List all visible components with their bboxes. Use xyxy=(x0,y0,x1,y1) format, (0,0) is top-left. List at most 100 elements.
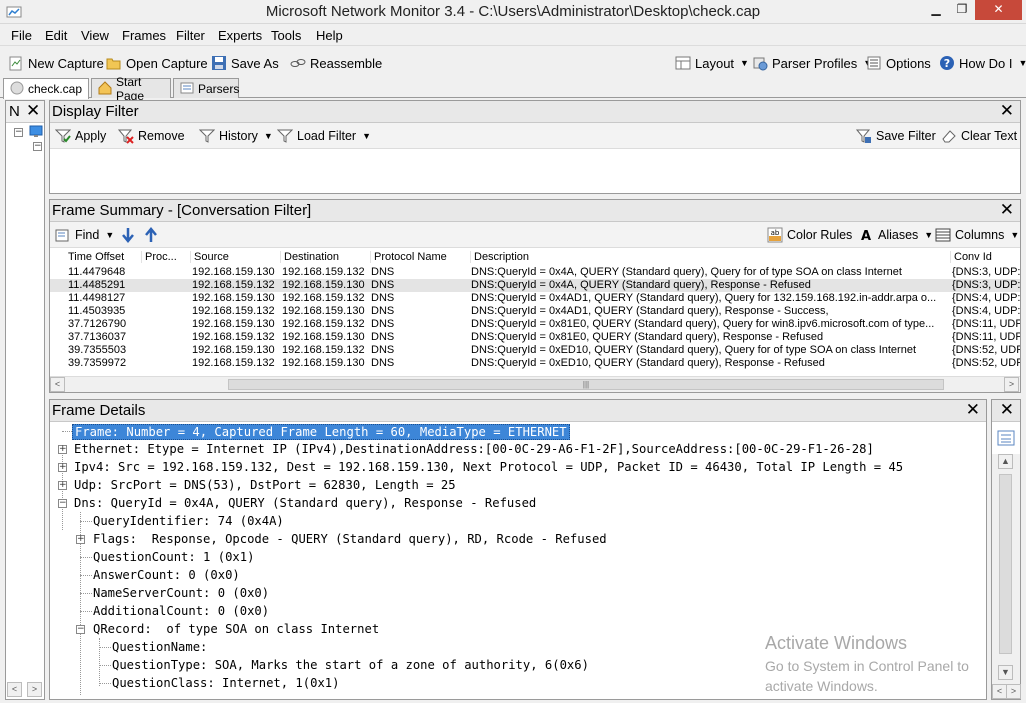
cell-destination: 192.168.159.132 xyxy=(282,344,365,356)
save-filter-button[interactable]: Save Filter xyxy=(855,128,936,144)
how-do-i-button[interactable]: ? How Do I ▼ xyxy=(939,55,1026,71)
frame-details-line-dns[interactable]: Dns: QueryId = 0x4A, QUERY (Standard que… xyxy=(74,496,536,510)
menu-tools[interactable]: Tools xyxy=(271,28,301,43)
next-frame-button[interactable] xyxy=(120,227,136,243)
scroll-left-button[interactable]: < xyxy=(992,684,1007,699)
apply-button[interactable]: Apply xyxy=(54,128,106,144)
scroll-left-button[interactable]: < xyxy=(50,377,65,392)
table-row[interactable]: 37.7136037 192.168.159.132 192.168.159.130… xyxy=(50,331,1020,344)
load-filter-button[interactable]: Load Filter ▼ xyxy=(276,128,371,144)
frame-details-line-answer-count[interactable]: AnswerCount: 0 (0x0) xyxy=(93,568,240,582)
find-label: Find xyxy=(75,228,100,242)
menu-view[interactable]: View xyxy=(81,28,109,43)
table-row[interactable]: 11.4479648 192.168.159.130 192.168.159.132… xyxy=(50,266,1020,279)
close-button[interactable]: ✕ xyxy=(975,0,1022,20)
column-header-destination[interactable]: Destination xyxy=(281,251,371,263)
menu-help[interactable]: Help xyxy=(316,28,343,43)
column-header-source[interactable]: Source xyxy=(191,251,281,263)
scroll-down-button[interactable]: ▼ xyxy=(998,665,1013,680)
collapse-icon[interactable]: − xyxy=(58,499,67,508)
column-header-conv-id[interactable]: Conv Id xyxy=(951,251,1021,263)
frame-details-line-flags[interactable]: Flags: Response, Opcode - QUERY (Standar… xyxy=(93,532,607,546)
frame-details-line-ipv4[interactable]: Ipv4: Src = 192.168.159.132, Dest = 192.… xyxy=(74,460,903,474)
open-capture-button[interactable]: Open Capture xyxy=(106,55,208,71)
clear-text-button[interactable]: Clear Text xyxy=(941,128,1017,144)
frame-details-line-additional-count[interactable]: AdditionalCount: 0 (0x0) xyxy=(93,604,269,618)
columns-icon xyxy=(935,227,951,243)
menu-edit[interactable]: Edit xyxy=(45,28,67,43)
expand-icon[interactable]: + xyxy=(76,535,85,544)
scroll-right-button[interactable]: > xyxy=(1004,377,1019,392)
table-row[interactable]: 11.4485291 192.168.159.132 192.168.159.130… xyxy=(50,279,1020,292)
scrollbar-thumb[interactable]: ||| xyxy=(228,379,944,390)
restore-button[interactable]: ❐ xyxy=(949,0,975,20)
scroll-right-button[interactable]: > xyxy=(27,682,42,697)
collapse-icon[interactable]: − xyxy=(76,625,85,634)
close-icon[interactable]: ✕ xyxy=(26,101,40,121)
collapse-icon[interactable]: − xyxy=(33,142,42,151)
column-header-description[interactable]: Description xyxy=(471,251,951,263)
table-row[interactable]: 37.7126790 192.168.159.130 192.168.159.132… xyxy=(50,318,1020,331)
expand-icon[interactable]: + xyxy=(58,481,67,490)
expand-icon[interactable]: + xyxy=(58,445,67,454)
color-rules-button[interactable]: ab Color Rules xyxy=(767,227,852,243)
collapse-icon[interactable]: − xyxy=(14,128,23,137)
minimize-button[interactable]: ▁ xyxy=(923,0,949,20)
horizontal-scrollbar[interactable]: < ||| > xyxy=(50,376,1020,392)
tab-check-cap[interactable]: check.cap xyxy=(3,78,89,99)
close-icon[interactable]: ✕ xyxy=(1000,400,1014,420)
hex-details-toolbar-icon[interactable] xyxy=(997,430,1015,449)
close-icon[interactable]: ✕ xyxy=(1000,200,1014,220)
scroll-left-button[interactable]: < xyxy=(7,682,22,697)
frame-details-header: Frame Details ✕ xyxy=(50,400,986,422)
scroll-up-button[interactable]: ▲ xyxy=(998,454,1013,469)
expand-icon[interactable]: + xyxy=(58,463,67,472)
previous-frame-button[interactable] xyxy=(143,227,159,243)
options-button[interactable]: Options xyxy=(866,55,931,71)
close-icon[interactable]: ✕ xyxy=(1000,101,1014,121)
frame-details-line-query-identifier[interactable]: QueryIdentifier: 74 (0x4A) xyxy=(93,514,284,528)
frame-details-line-question-type[interactable]: QuestionType: SOA, Marks the start of a … xyxy=(112,658,589,672)
save-as-button[interactable]: Save As xyxy=(211,55,279,71)
display-filter-panel: Display Filter ✕ Apply Remove History ▼ L… xyxy=(49,100,1021,194)
table-row[interactable]: 39.7359972 192.168.159.132 192.168.159.130… xyxy=(50,357,1020,370)
columns-button[interactable]: Columns ▼ xyxy=(935,227,1019,243)
remove-button[interactable]: Remove xyxy=(117,128,185,144)
frame-details-line-ethernet[interactable]: Ethernet: Etype = Internet IP (IPv4),Des… xyxy=(74,442,874,456)
table-row[interactable]: 39.7355503 192.168.159.130 192.168.159.132… xyxy=(50,344,1020,357)
filter-text-input[interactable] xyxy=(50,149,1020,193)
cell-protocol: DNS xyxy=(371,331,395,343)
frame-details-line-question-name[interactable]: QuestionName: xyxy=(112,640,207,654)
frame-details-line-udp[interactable]: Udp: SrcPort = DNS(53), DstPort = 62830,… xyxy=(74,478,456,492)
column-header-protocol-name[interactable]: Protocol Name xyxy=(371,251,471,263)
column-header-time-offset[interactable]: Time Offset xyxy=(65,251,142,263)
tab-parsers[interactable]: Parsers xyxy=(173,78,239,98)
table-row[interactable]: 11.4503935 192.168.159.132 192.168.159.130… xyxy=(50,305,1020,318)
find-button[interactable]: Find ▼ xyxy=(55,227,114,243)
scroll-right-button[interactable]: > xyxy=(1006,684,1021,699)
vertical-scrollbar[interactable]: ▲ ▼ < > xyxy=(992,454,1021,699)
reassemble-button[interactable]: Reassemble xyxy=(290,55,382,71)
network-icon[interactable] xyxy=(28,123,44,142)
cell-description: DNS:QueryId = 0x4AD1, QUERY (Standard qu… xyxy=(471,292,937,304)
table-row[interactable]: 11.4498127 192.168.159.130 192.168.159.132… xyxy=(50,292,1020,305)
layout-button[interactable]: Layout ▼ xyxy=(675,55,749,71)
frame-details-line-qrecord[interactable]: QRecord: of type SOA on class Internet xyxy=(93,622,379,636)
aliases-button[interactable]: A Aliases ▼ xyxy=(858,227,933,244)
parser-profiles-button[interactable]: Parser Profiles▼ xyxy=(752,55,872,71)
frame-details-line-name-server-count[interactable]: NameServerCount: 0 (0x0) xyxy=(93,586,269,600)
new-capture-button[interactable]: New Capture xyxy=(8,55,104,71)
tab-start-page[interactable]: Start Page xyxy=(91,75,171,103)
menu-filter[interactable]: Filter xyxy=(176,28,205,43)
frame-details-line-frame[interactable]: Frame: Number = 4, Captured Frame Length… xyxy=(72,424,570,440)
cell-time-offset: 37.7126790 xyxy=(68,318,127,330)
menu-file[interactable]: File xyxy=(11,28,32,43)
frame-details-line-question-class[interactable]: QuestionClass: Internet, 1(0x1) xyxy=(112,676,339,690)
history-button[interactable]: History ▼ xyxy=(198,128,273,144)
menu-frames[interactable]: Frames xyxy=(122,28,166,43)
scrollbar-thumb[interactable] xyxy=(999,474,1012,654)
menu-experts[interactable]: Experts xyxy=(218,28,262,43)
frame-details-line-question-count[interactable]: QuestionCount: 1 (0x1) xyxy=(93,550,254,564)
close-icon[interactable]: ✕ xyxy=(966,400,980,420)
column-header-process[interactable]: Proc... xyxy=(142,251,191,263)
